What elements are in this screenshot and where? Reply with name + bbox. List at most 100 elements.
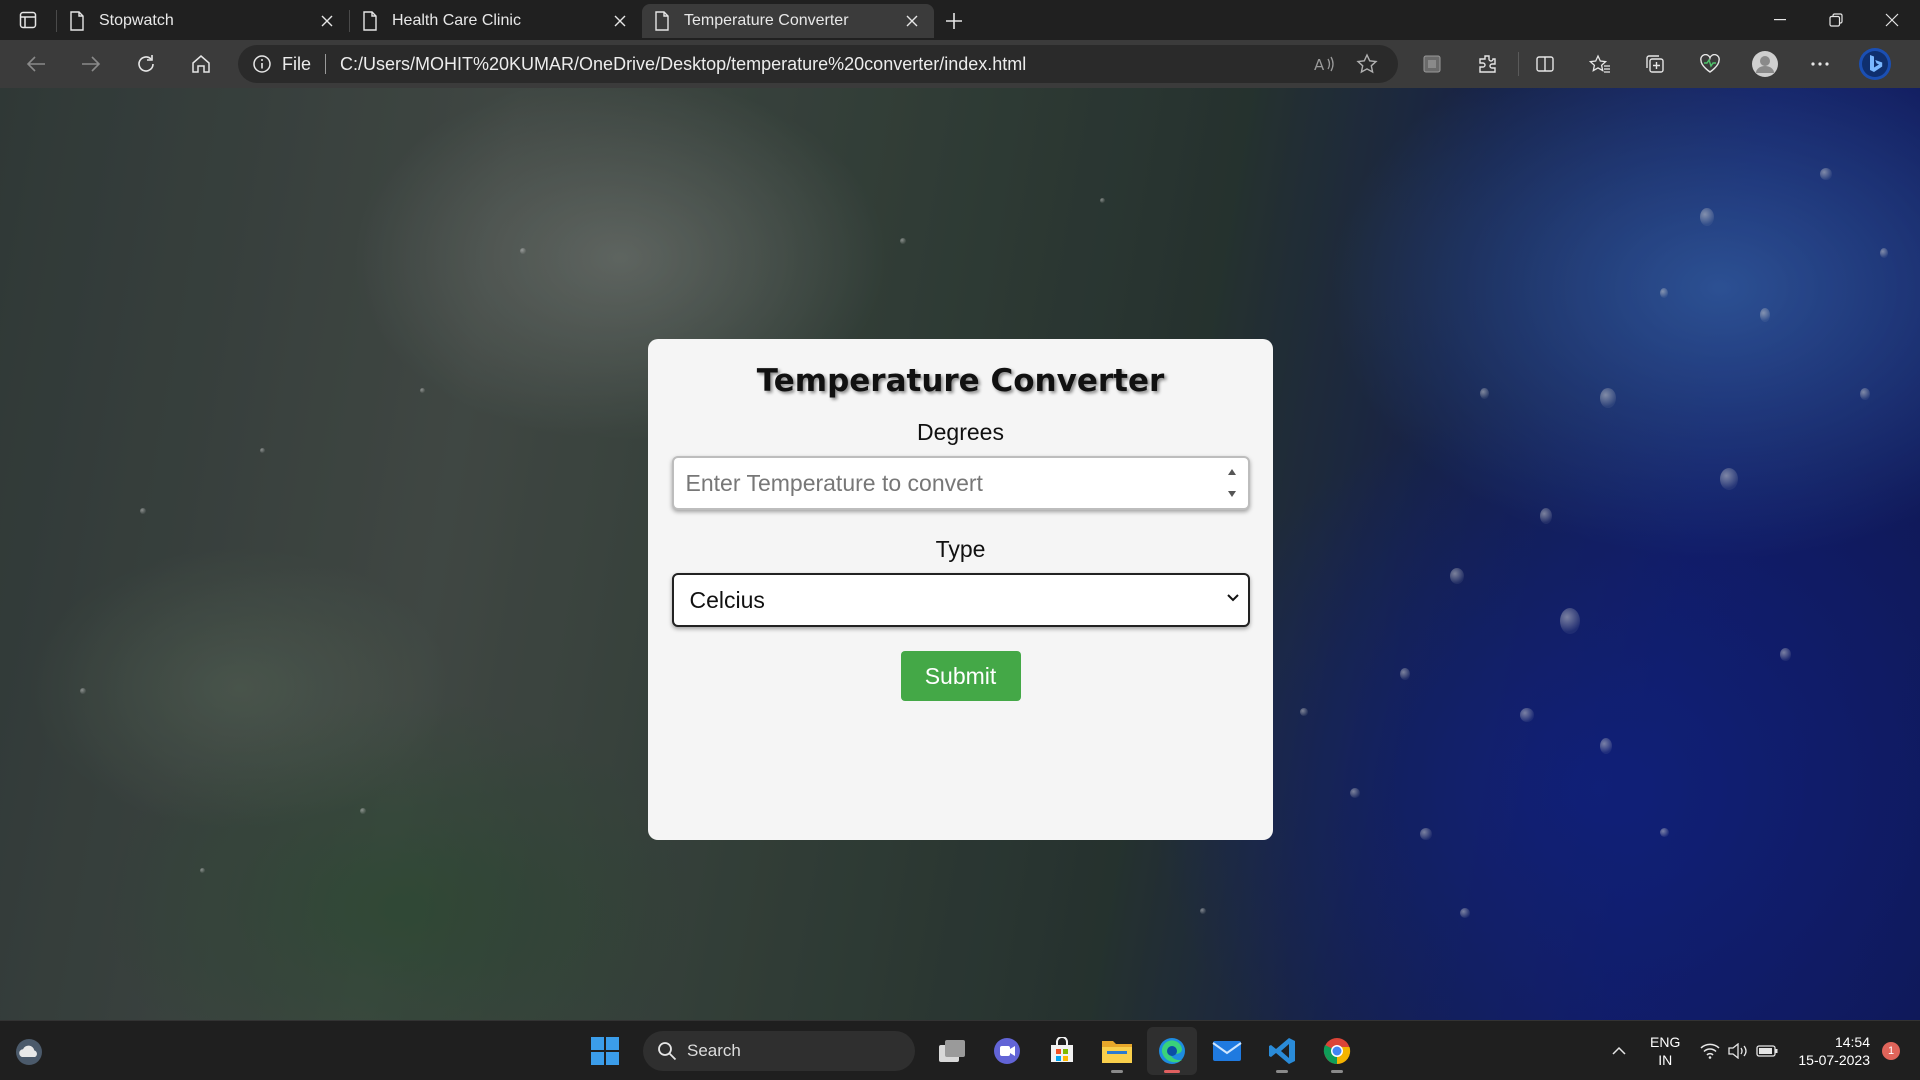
converter-card: Temperature Converter Degrees Type Celci… bbox=[648, 339, 1273, 840]
file-explorer-button[interactable] bbox=[1092, 1027, 1142, 1075]
address-separator bbox=[325, 54, 327, 74]
show-hidden-icons-button[interactable] bbox=[1612, 1046, 1626, 1056]
number-spinner[interactable] bbox=[1226, 469, 1238, 497]
task-view-icon bbox=[939, 1040, 965, 1062]
page-viewport: Temperature Converter Degrees Type Celci… bbox=[0, 88, 1920, 1020]
page-title: Temperature Converter bbox=[756, 363, 1165, 399]
svg-text:A: A bbox=[1314, 56, 1325, 73]
chevron-up-icon bbox=[1612, 1046, 1626, 1055]
url-text[interactable]: C:/Users/MOHIT%20KUMAR/OneDrive/Desktop/… bbox=[340, 54, 1286, 75]
taskbar-search[interactable]: Search bbox=[643, 1031, 915, 1071]
document-icon bbox=[363, 11, 377, 31]
home-button[interactable] bbox=[181, 44, 221, 84]
network-status[interactable] bbox=[1700, 1043, 1720, 1059]
degrees-input-wrapper bbox=[671, 456, 1250, 510]
close-window-button[interactable] bbox=[1864, 0, 1920, 40]
collections-button[interactable] bbox=[1635, 44, 1675, 84]
favorite-button[interactable] bbox=[1350, 47, 1384, 81]
restore-button[interactable] bbox=[1808, 0, 1864, 40]
submit-button[interactable]: Submit bbox=[900, 651, 1021, 701]
wifi-icon bbox=[1700, 1043, 1720, 1059]
vscode-icon bbox=[1269, 1038, 1295, 1064]
forward-button[interactable] bbox=[71, 44, 111, 84]
plus-icon bbox=[946, 13, 962, 29]
more-icon bbox=[1811, 62, 1829, 66]
close-icon bbox=[1885, 13, 1899, 27]
browser-essentials-button[interactable] bbox=[1690, 44, 1730, 84]
tab-actions-icon bbox=[19, 11, 37, 29]
split-screen-button[interactable] bbox=[1525, 44, 1565, 84]
minimize-button[interactable] bbox=[1752, 0, 1808, 40]
mail-icon bbox=[1212, 1041, 1242, 1061]
spinner-up-icon[interactable] bbox=[1227, 469, 1236, 475]
chrome-button[interactable] bbox=[1312, 1027, 1362, 1075]
type-select-wrapper: Celcius bbox=[671, 573, 1250, 627]
store-button[interactable] bbox=[1037, 1027, 1087, 1075]
type-selected-value: Celcius bbox=[689, 586, 765, 613]
new-tab-button[interactable] bbox=[934, 4, 974, 38]
weather-widget[interactable] bbox=[14, 1037, 44, 1067]
read-aloud-button[interactable]: A bbox=[1308, 47, 1342, 81]
chevron-down-icon bbox=[1226, 594, 1239, 602]
document-icon bbox=[655, 11, 669, 31]
back-button[interactable] bbox=[16, 44, 56, 84]
active-indicator bbox=[1164, 1070, 1180, 1073]
tab-health-care-clinic[interactable]: Health Care Clinic bbox=[350, 4, 642, 38]
favorites-button[interactable] bbox=[1580, 44, 1620, 84]
type-select[interactable]: Celcius bbox=[671, 573, 1250, 627]
file-explorer-icon bbox=[1102, 1041, 1132, 1063]
clock-date: 15-07-2023 bbox=[1798, 1052, 1870, 1068]
browser-essentials-icon bbox=[1700, 54, 1720, 73]
address-bar[interactable]: File C:/Users/MOHIT%20KUMAR/OneDrive/Des… bbox=[238, 45, 1398, 83]
close-icon[interactable] bbox=[610, 11, 630, 31]
degrees-input[interactable] bbox=[671, 456, 1250, 510]
app-icon bbox=[1423, 55, 1441, 73]
running-indicator bbox=[1331, 1070, 1343, 1073]
refresh-button[interactable] bbox=[126, 44, 166, 84]
close-icon[interactable] bbox=[317, 11, 337, 31]
start-button[interactable] bbox=[580, 1027, 630, 1075]
teams-button[interactable] bbox=[982, 1027, 1032, 1075]
browser-toolbar: File C:/Users/MOHIT%20KUMAR/OneDrive/Des… bbox=[0, 40, 1920, 88]
windows-taskbar: Search ENG IN 14:54 15-07-2023 1 bbox=[0, 1020, 1920, 1080]
notification-badge[interactable]: 1 bbox=[1882, 1042, 1900, 1060]
chrome-icon bbox=[1323, 1038, 1351, 1065]
tab-title: Health Care Clinic bbox=[392, 12, 521, 29]
edge-icon bbox=[1159, 1038, 1185, 1064]
bing-button[interactable] bbox=[1855, 44, 1895, 84]
toolbar-right bbox=[1412, 44, 1910, 84]
vscode-button[interactable] bbox=[1257, 1027, 1307, 1075]
language-code: ENG bbox=[1650, 1034, 1681, 1050]
spinner-down-icon[interactable] bbox=[1227, 491, 1236, 497]
profile-button[interactable] bbox=[1745, 44, 1785, 84]
info-icon[interactable] bbox=[252, 54, 272, 74]
system-tray: ENG IN 14:54 15-07-2023 1 bbox=[1612, 1021, 1920, 1080]
split-screen-icon bbox=[1536, 56, 1554, 72]
volume-status[interactable] bbox=[1728, 1043, 1748, 1059]
tab-title: Temperature Converter bbox=[684, 12, 849, 29]
type-label: Type bbox=[935, 536, 986, 562]
taskbar-center: Search bbox=[580, 1027, 1367, 1075]
home-icon bbox=[192, 55, 210, 73]
document-icon bbox=[70, 11, 84, 31]
app-button[interactable] bbox=[1412, 44, 1452, 84]
edge-button[interactable] bbox=[1147, 1027, 1197, 1075]
language-indicator[interactable]: ENG IN bbox=[1650, 1033, 1680, 1069]
more-button[interactable] bbox=[1800, 44, 1840, 84]
tab-stopwatch[interactable]: Stopwatch bbox=[57, 4, 349, 38]
tab-actions-button[interactable] bbox=[0, 0, 56, 40]
extensions-button[interactable] bbox=[1467, 44, 1507, 84]
read-aloud-icon: A bbox=[1314, 56, 1334, 73]
toolbar-separator bbox=[1518, 52, 1519, 76]
battery-status[interactable] bbox=[1756, 1045, 1778, 1057]
tab-title: Stopwatch bbox=[99, 12, 174, 29]
task-view-button[interactable] bbox=[927, 1027, 977, 1075]
running-indicator bbox=[1111, 1070, 1123, 1073]
tab-temperature-converter[interactable]: Temperature Converter bbox=[642, 4, 934, 38]
search-icon bbox=[658, 1042, 677, 1061]
clock[interactable]: 14:54 15-07-2023 bbox=[1798, 1033, 1870, 1069]
close-icon[interactable] bbox=[902, 11, 922, 31]
weather-cloud-icon bbox=[16, 1039, 42, 1065]
mail-button[interactable] bbox=[1202, 1027, 1252, 1075]
scheme-label: File bbox=[282, 53, 312, 74]
